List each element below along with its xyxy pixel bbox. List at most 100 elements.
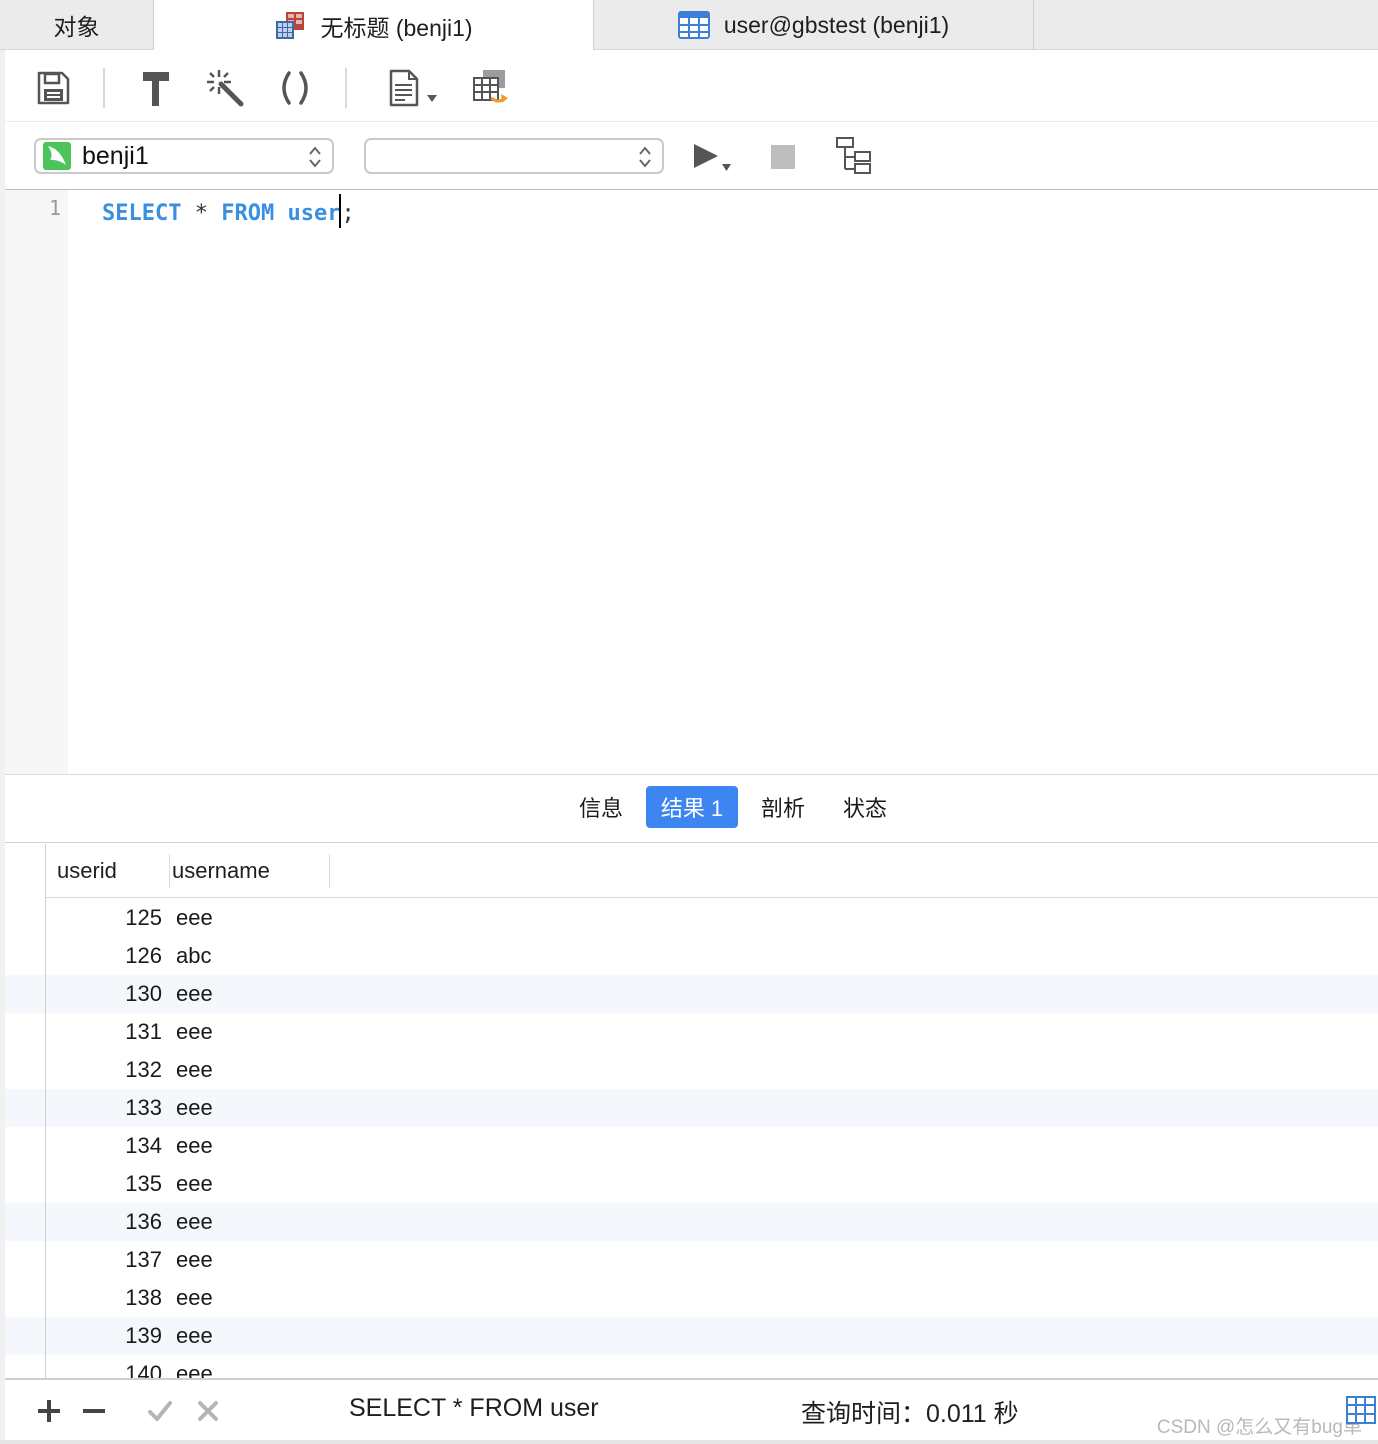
table-row[interactable]: 131 eee [5,1013,1378,1051]
cell-username[interactable]: eee [176,1013,213,1051]
cell-username[interactable]: eee [176,1355,213,1378]
mysql-connection-icon [43,142,71,170]
table-row[interactable]: 139 eee [5,1317,1378,1355]
line-number: 1 [48,196,61,220]
cell-username[interactable]: eee [176,975,213,1013]
hammer-icon [143,72,169,106]
status-query-text: SELECT * FROM user [349,1394,599,1422]
cell-userid[interactable]: 138 [45,1279,162,1317]
stop-icon [771,145,795,169]
cell-username[interactable]: eee [176,899,213,937]
database-select[interactable] [364,138,664,174]
tab-profile-label: 剖析 [760,796,805,821]
table-grid-icon [677,11,710,39]
cell-userid[interactable]: 125 [45,899,162,937]
tab-info-label: 信息 [578,796,623,821]
build-button[interactable] [135,68,175,108]
run-button[interactable] [691,142,739,181]
sql-code-line[interactable]: SELECT * FROM user; [102,194,355,228]
table-row[interactable]: 134 eee [5,1127,1378,1165]
column-header-label: userid [57,858,117,883]
sql-keyword-from: FROM [221,201,275,226]
cell-username[interactable]: eee [176,1089,213,1127]
column-header-userid[interactable]: userid [57,854,170,888]
table-row[interactable]: 130 eee [5,975,1378,1013]
discard-changes-button[interactable] [195,1398,221,1424]
grid-view-icon[interactable] [1346,1396,1376,1424]
table-row[interactable]: 138 eee [5,1279,1378,1317]
apply-changes-button[interactable] [147,1398,173,1424]
table-row[interactable]: 136 eee [5,1203,1378,1241]
tab-status-label: 状态 [842,796,887,821]
play-dropdown-icon [694,144,731,171]
table-row[interactable]: 140 eee [5,1355,1378,1378]
tab-status[interactable]: 状态 [829,786,901,828]
text-menu-button[interactable] [383,68,443,108]
cell-username[interactable]: eee [176,1241,213,1279]
cell-userid[interactable]: 132 [45,1051,162,1089]
magic-wand-icon [207,70,244,107]
table-row[interactable]: 126 abc [5,937,1378,975]
cell-username[interactable]: abc [176,937,211,975]
parentheses-icon [282,71,308,105]
toolbar-separator [345,68,347,108]
connection-select[interactable]: benji1 [34,138,334,174]
code-snippet-button[interactable] [275,68,315,108]
tab-info[interactable]: 信息 [565,786,637,828]
cell-username[interactable]: eee [176,1317,213,1355]
line-number-gutter: 1 [5,190,68,774]
updown-chevron-icon [639,146,651,168]
grid-header: userid username [45,844,1378,898]
tab-user-table[interactable]: user@gbstest (benji1) [594,0,1034,50]
window-bottom-edge [0,1440,1378,1444]
export-result-button[interactable] [471,68,511,108]
cell-userid[interactable]: 135 [45,1165,162,1203]
sql-keyword-select: SELECT [102,201,182,226]
table-row[interactable]: 132 eee [5,1051,1378,1089]
column-header-label: username [172,858,270,883]
cell-userid[interactable]: 137 [45,1241,162,1279]
document-dropdown-icon [389,69,437,107]
tab-result-1[interactable]: 结果 1 [646,786,738,828]
table-row[interactable]: 135 eee [5,1165,1378,1203]
cell-userid[interactable]: 136 [45,1203,162,1241]
explain-tree-icon [836,137,871,174]
cell-username[interactable]: eee [176,1203,213,1241]
tab-untitled-query[interactable]: 无标题 (benji1) [154,0,594,51]
beautify-button[interactable] [205,68,245,108]
add-record-button[interactable] [36,1398,62,1424]
save-icon [37,71,70,105]
table-row[interactable]: 137 eee [5,1241,1378,1279]
tab-bar: 对象 无标题 (benji1) user@gbstest (benji1) [0,0,1378,51]
cell-userid[interactable]: 131 [45,1013,162,1051]
cell-username[interactable]: eee [176,1051,213,1089]
save-button[interactable] [33,68,73,108]
table-row[interactable]: 125 eee [5,899,1378,937]
cell-userid[interactable]: 140 [45,1355,162,1378]
cell-username[interactable]: eee [176,1165,213,1203]
cell-userid[interactable]: 134 [45,1127,162,1165]
cell-userid[interactable]: 130 [45,975,162,1013]
cell-username[interactable]: eee [176,1127,213,1165]
column-header-username[interactable]: username [170,854,330,888]
grid-body: 125 eee 126 abc 130 eee 131 eee 132 eee 133 ee… [5,899,1378,1378]
result-grid[interactable]: userid username 125 eee 126 abc 130 eee 131… [5,844,1378,1378]
row-gutter-divider [45,844,46,1378]
connection-value: benji1 [82,141,149,170]
tab-objects[interactable]: 对象 [0,0,154,50]
cell-userid[interactable]: 139 [45,1317,162,1355]
sql-editor[interactable]: 1 SELECT * FROM user; [5,190,1378,775]
tab-profile[interactable]: 剖析 [747,786,819,828]
export-table-icon [473,70,508,103]
status-bar: SELECT * FROM user 查询时间：0.011 秒 CSDN @怎么… [5,1378,1378,1440]
explain-button[interactable] [834,136,874,181]
query-table-icon [276,11,305,39]
cell-userid[interactable]: 126 [45,937,162,975]
stop-button[interactable] [770,144,796,175]
cell-userid[interactable]: 133 [45,1089,162,1127]
updown-chevron-icon [309,146,321,168]
sql-star: * [194,201,208,226]
table-row[interactable]: 133 eee [5,1089,1378,1127]
cell-username[interactable]: eee [176,1279,213,1317]
delete-record-button[interactable] [81,1398,107,1424]
